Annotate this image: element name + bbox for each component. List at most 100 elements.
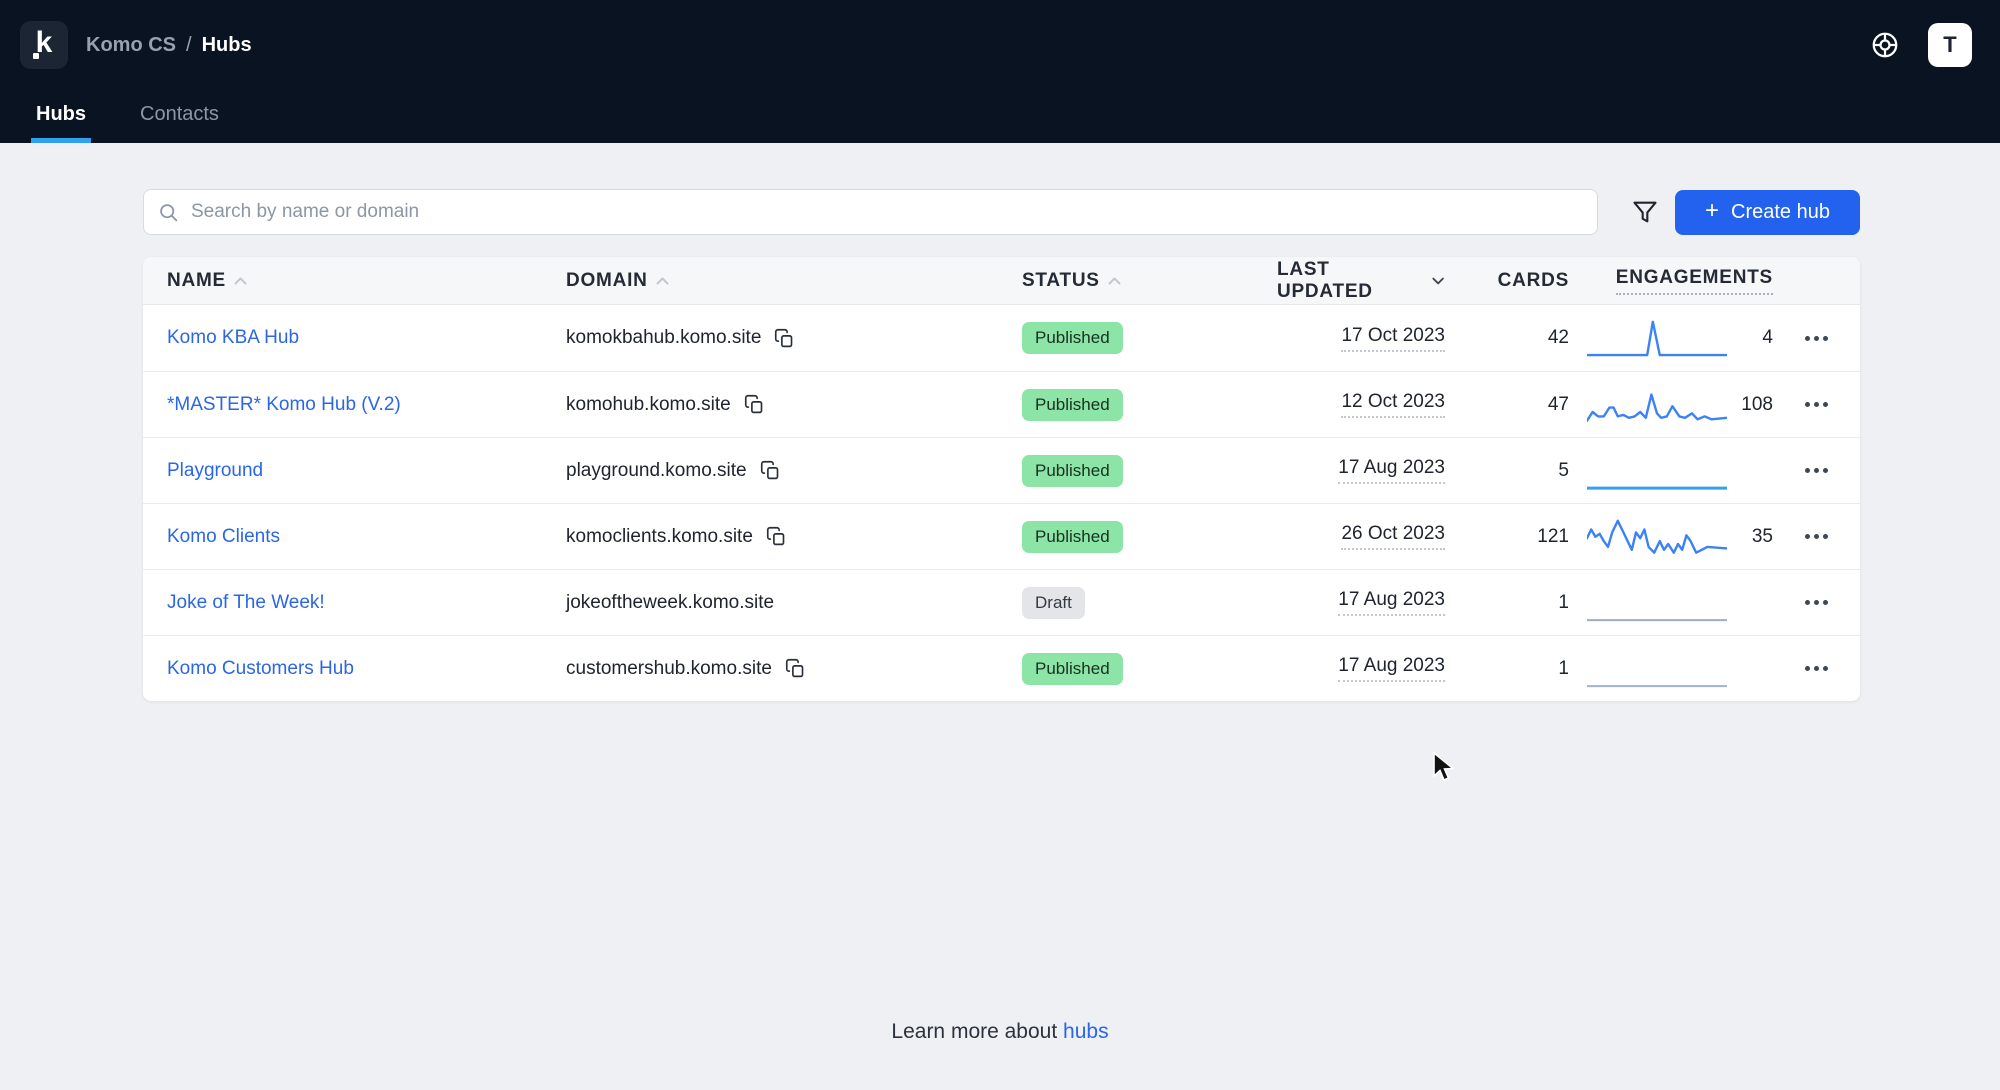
copy-domain-button[interactable] xyxy=(774,328,795,349)
avatar-initial: T xyxy=(1943,32,1956,58)
last-updated-date[interactable]: 17 Aug 2023 xyxy=(1338,457,1445,484)
last-updated-date[interactable]: 17 Aug 2023 xyxy=(1338,655,1445,682)
learn-more-hubs-link[interactable]: hubs xyxy=(1063,1020,1109,1043)
copy-icon xyxy=(774,328,795,349)
copy-icon xyxy=(785,658,806,679)
row-actions-button[interactable] xyxy=(1799,526,1834,547)
cell-domain: jokeoftheweek.komo.site xyxy=(566,592,1022,614)
status-badge: Published xyxy=(1022,322,1123,354)
table-header-row: NAME DOMAINSTATUSLAST UPDATEDCARDS ENGAGEM… xyxy=(143,257,1860,305)
cell-cards: 5 xyxy=(1457,460,1579,482)
copy-domain-button[interactable] xyxy=(785,658,806,679)
column-header-cards[interactable]: CARDS xyxy=(1457,270,1579,292)
table-row: Komo KBA Hub komokbahub.komo.sitePublishe… xyxy=(143,305,1860,371)
column-header-status[interactable]: STATUS xyxy=(1022,270,1277,292)
hub-link[interactable]: Komo Clients xyxy=(167,526,280,548)
domain-text: jokeoftheweek.komo.site xyxy=(566,592,774,614)
cell-last-updated: 17 Aug 2023 xyxy=(1277,457,1457,484)
search-input[interactable] xyxy=(191,201,1583,223)
column-header-engagements[interactable]: ENGAGEMENTS xyxy=(1579,267,1773,295)
cell-cards: 121 xyxy=(1457,526,1579,548)
column-header-domain[interactable]: DOMAIN xyxy=(566,270,1022,292)
create-hub-label: Create hub xyxy=(1731,201,1830,224)
cell-name: *MASTER* Komo Hub (V.2) xyxy=(143,394,566,416)
last-updated-date[interactable]: 17 Oct 2023 xyxy=(1341,325,1445,352)
row-actions-button[interactable] xyxy=(1799,658,1834,679)
table-body: Komo KBA Hubkomokbahub.komo.sitePublishe… xyxy=(143,305,1860,701)
cell-engagements xyxy=(1579,647,1773,691)
hub-link[interactable]: Komo Customers Hub xyxy=(167,658,354,680)
komo-logo[interactable]: k xyxy=(20,21,68,69)
engagements-sparkline xyxy=(1587,647,1727,691)
cell-engagements xyxy=(1579,449,1773,493)
status-badge: Published xyxy=(1022,389,1123,421)
cell-engagements: 108 xyxy=(1579,383,1773,427)
sparkline-wrap xyxy=(1587,581,1727,625)
breadcrumb: Komo CS / Hubs xyxy=(86,34,252,57)
tab-contacts[interactable]: Contacts xyxy=(135,90,224,143)
row-actions-button[interactable] xyxy=(1799,592,1834,613)
cell-name: Komo Customers Hub xyxy=(143,658,566,680)
search-box[interactable] xyxy=(143,189,1598,235)
filter-button[interactable] xyxy=(1631,198,1659,226)
cell-engagements xyxy=(1579,581,1773,625)
hub-link[interactable]: Playground xyxy=(167,460,263,482)
create-hub-button[interactable]: + Create hub xyxy=(1675,190,1860,235)
cell-status: Published xyxy=(1022,521,1277,553)
copy-domain-button[interactable] xyxy=(744,394,765,415)
komo-logo-dot xyxy=(33,53,39,59)
copy-domain-button[interactable] xyxy=(760,460,781,481)
column-header-name[interactable]: NAME xyxy=(143,270,566,292)
row-actions-button[interactable] xyxy=(1799,328,1834,349)
status-badge: Published xyxy=(1022,653,1123,685)
cell-status: Published xyxy=(1022,389,1277,421)
row-actions-button[interactable] xyxy=(1799,460,1834,481)
help-icon[interactable] xyxy=(1868,28,1902,62)
search-icon xyxy=(158,202,179,223)
tab-hubs[interactable]: Hubs xyxy=(31,90,91,143)
cell-last-updated: 17 Aug 2023 xyxy=(1277,655,1457,682)
cell-status: Published xyxy=(1022,322,1277,354)
cell-cards: 1 xyxy=(1457,658,1579,680)
engagements-sparkline xyxy=(1587,581,1727,625)
cell-domain: komokbahub.komo.site xyxy=(566,327,1022,349)
column-header-last-updated[interactable]: LAST UPDATED xyxy=(1277,259,1457,303)
engagements-count: 35 xyxy=(1727,526,1773,548)
table-row: *MASTER* Komo Hub (V.2)komohub.komo.site… xyxy=(143,371,1860,437)
tabs: Hubs Contacts xyxy=(0,90,2000,143)
last-updated-date[interactable]: 17 Aug 2023 xyxy=(1338,589,1445,616)
copy-domain-button[interactable] xyxy=(766,526,787,547)
hub-link[interactable]: Komo KBA Hub xyxy=(167,327,299,349)
column-label: NAME xyxy=(167,270,226,292)
engagements-count: 108 xyxy=(1727,394,1773,416)
main-content: + Create hub NAME DOMAINSTATUSLAST UPDATE… xyxy=(143,189,1860,701)
domain-text: playground.komo.site xyxy=(566,460,747,482)
chevron-down-icon xyxy=(1431,276,1445,286)
avatar[interactable]: T xyxy=(1928,23,1972,67)
hubs-table: NAME DOMAINSTATUSLAST UPDATEDCARDS ENGAGEM… xyxy=(143,257,1860,701)
breadcrumb-workspace[interactable]: Komo CS xyxy=(86,34,176,57)
cell-domain: komoclients.komo.site xyxy=(566,526,1022,548)
domain-text: komoclients.komo.site xyxy=(566,526,753,548)
cell-name: Komo KBA Hub xyxy=(143,327,566,349)
hub-link[interactable]: Joke of The Week! xyxy=(167,592,325,614)
cell-actions xyxy=(1773,394,1860,415)
sparkline-wrap xyxy=(1587,647,1727,691)
toolbar: + Create hub xyxy=(143,189,1860,235)
table-row: Komo Clients komoclients.komo.site Publish… xyxy=(143,503,1860,569)
cell-name: Komo Clients xyxy=(143,526,566,548)
mouse-cursor xyxy=(1432,752,1458,787)
column-label: ENGAGEMENTS xyxy=(1616,267,1773,295)
cell-name: Joke of The Week! xyxy=(143,592,566,614)
status-badge: Published xyxy=(1022,455,1123,487)
cell-cards: 1 xyxy=(1457,592,1579,614)
hub-link[interactable]: *MASTER* Komo Hub (V.2) xyxy=(167,394,401,416)
row-actions-button[interactable] xyxy=(1799,394,1834,415)
breadcrumb-page: Hubs xyxy=(202,34,252,57)
filter-icon xyxy=(1631,198,1659,226)
last-updated-date[interactable]: 26 Oct 2023 xyxy=(1341,523,1445,550)
cell-domain: playground.komo.site xyxy=(566,460,1022,482)
chevron-up-icon xyxy=(1107,276,1122,286)
last-updated-date[interactable]: 12 Oct 2023 xyxy=(1341,391,1445,418)
status-badge: Published xyxy=(1022,521,1123,553)
